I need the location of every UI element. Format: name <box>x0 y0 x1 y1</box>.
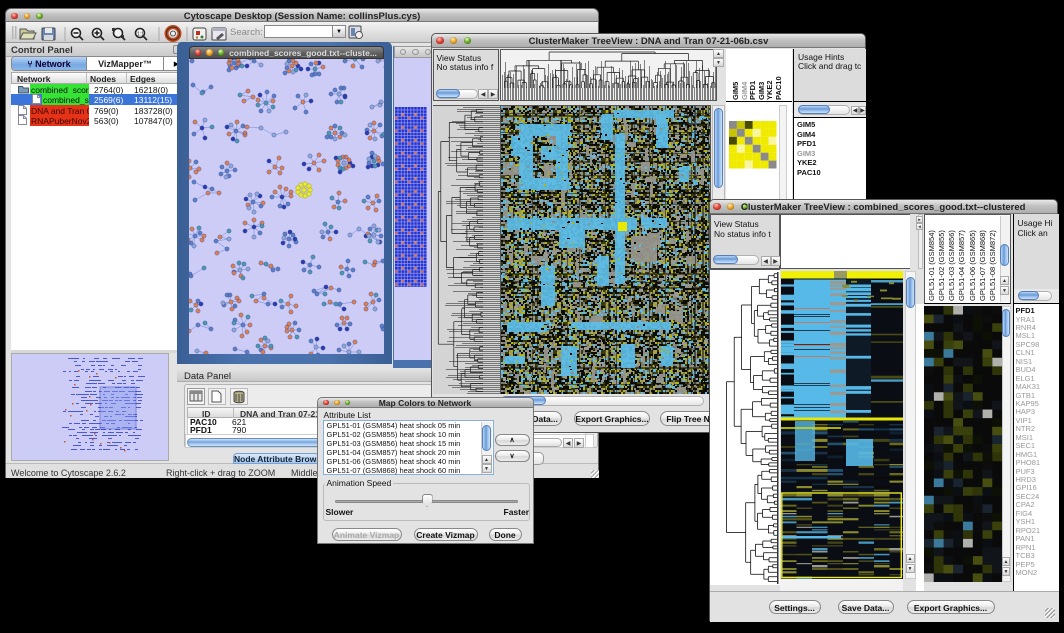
svg-text:1:1: 1:1 <box>137 32 144 38</box>
